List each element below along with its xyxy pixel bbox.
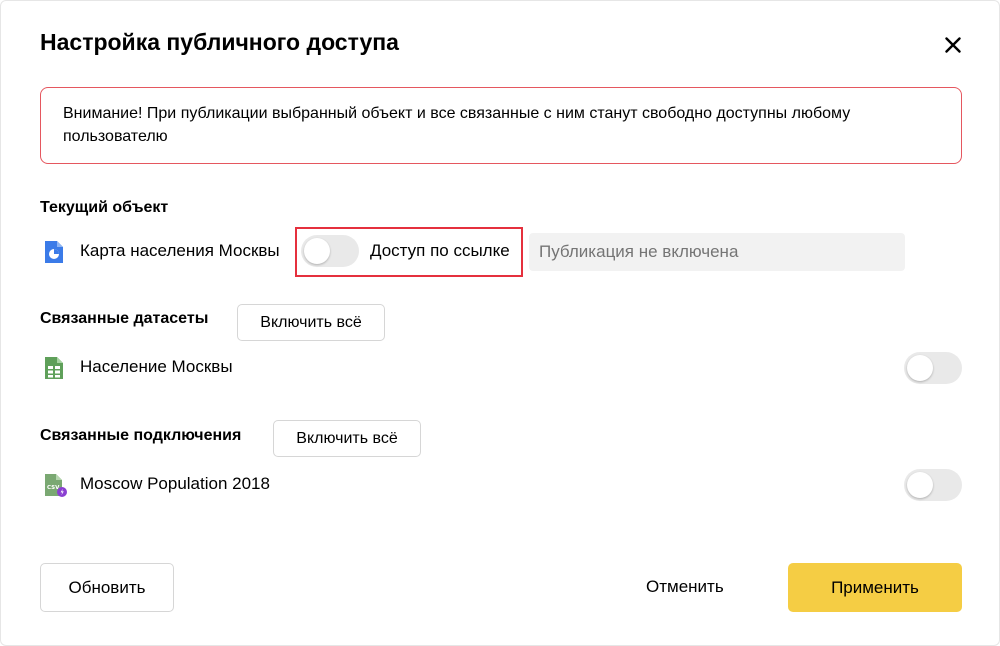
csv-connection-icon: CSV	[45, 474, 67, 497]
dataset-icon	[45, 357, 63, 379]
apply-button[interactable]: Применить	[788, 563, 962, 612]
datasets-enable-all-button[interactable]: Включить всё	[237, 304, 385, 341]
close-icon	[945, 37, 961, 53]
connection-toggle[interactable]	[904, 469, 962, 501]
cancel-button[interactable]: Отменить	[646, 577, 724, 597]
warning-banner: Внимание! При публикации выбранный объек…	[40, 87, 962, 164]
current-object-name: Карта населения Москвы	[80, 241, 280, 260]
datasets-section-title: Связанные датасеты	[40, 310, 209, 327]
toggle-knob	[907, 472, 933, 498]
link-access-toggle[interactable]	[301, 235, 359, 267]
connection-name: Moscow Population 2018	[80, 474, 270, 493]
dialog-title: Настройка публичного доступа	[40, 29, 399, 55]
dataset-name: Население Москвы	[80, 357, 233, 376]
toggle-knob	[907, 355, 933, 381]
connections-section-title: Связанные подключения	[40, 427, 242, 444]
connections-enable-all-button[interactable]: Включить всё	[273, 420, 421, 457]
chart-icon	[45, 241, 63, 263]
publication-link-field[interactable]	[529, 233, 905, 271]
dataset-toggle[interactable]	[904, 352, 962, 384]
toggle-knob	[304, 238, 330, 264]
link-access-label: Доступ по ссылке	[370, 241, 510, 260]
public-access-dialog: Настройка публичного доступа Внимание! П…	[0, 0, 1000, 646]
refresh-button[interactable]: Обновить	[40, 563, 174, 612]
current-object-section-title: Текущий объект	[40, 199, 169, 216]
close-button[interactable]	[939, 31, 967, 59]
